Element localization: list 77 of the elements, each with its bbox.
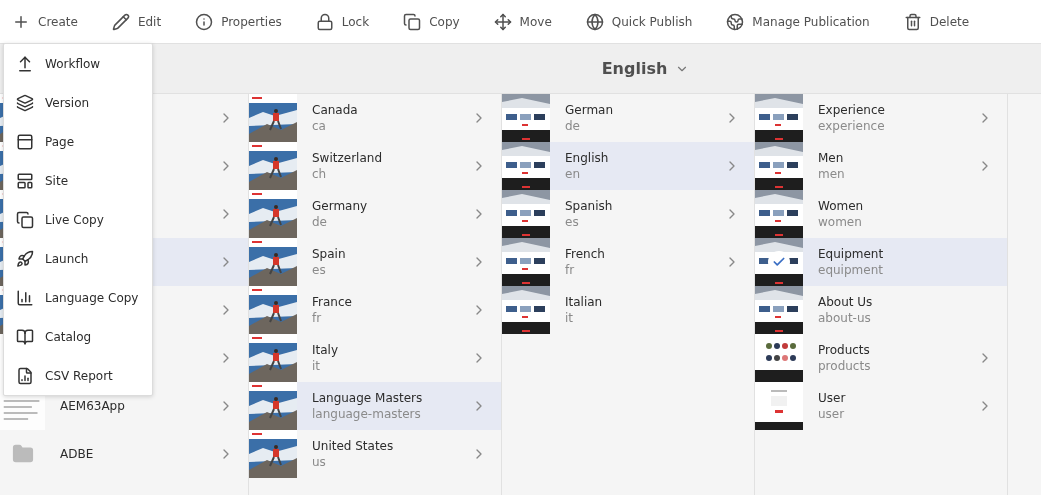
globe-icon [585, 12, 604, 31]
page-title: German [565, 102, 614, 118]
page-title: About Us [818, 294, 873, 310]
page-title: AEM63App [60, 398, 125, 414]
page-name: ca [312, 118, 326, 134]
globe-icon [726, 12, 745, 31]
copy-icon [403, 12, 422, 31]
chart-icon [16, 288, 34, 307]
report-icon [16, 366, 34, 385]
toolbar-button[interactable]: Create [10, 5, 80, 38]
trash-icon [903, 12, 922, 31]
page-icon [16, 132, 34, 151]
layout-icon [16, 171, 34, 190]
page-name: user [818, 406, 845, 422]
info-icon [195, 12, 214, 31]
menu-item[interactable]: Site [4, 161, 152, 200]
toolbar-button[interactable]: Delete [901, 5, 972, 38]
page-title: ADBE [60, 446, 94, 462]
page-name: men [818, 166, 845, 182]
page-title: Spain [312, 246, 346, 262]
page-title: Italy [312, 342, 339, 358]
page-name: equipment [818, 262, 883, 278]
page-name: en [565, 166, 580, 182]
page-title: User [818, 390, 846, 406]
page-name: it [312, 358, 321, 374]
page-name: de [565, 118, 580, 134]
page-name: about-us [818, 310, 871, 326]
toolbar-button[interactable]: Lock [313, 5, 372, 38]
page-name: es [312, 262, 326, 278]
page-name: us [312, 454, 326, 470]
menu-item[interactable]: Catalog [4, 317, 152, 356]
toolbar-button[interactable]: Quick Publish [583, 5, 695, 38]
page-title: Men [818, 150, 844, 166]
page-title: Equipment [818, 246, 884, 262]
page-name: es [565, 214, 579, 230]
lock-icon [315, 12, 334, 31]
page-title: Experience [818, 102, 885, 118]
page-name: women [818, 214, 862, 230]
page-name: experience [818, 118, 885, 134]
page-title: Italian [565, 294, 603, 310]
page-title: English [565, 150, 609, 166]
move-icon [493, 12, 512, 31]
page-name: fr [312, 310, 322, 326]
page-title: Canada [312, 102, 358, 118]
layers-icon [16, 93, 34, 112]
page-title: Switzerland [312, 150, 382, 166]
menu-item[interactable]: Workflow [4, 44, 152, 83]
toolbar-button[interactable]: Manage Publication [724, 5, 872, 38]
copy-icon [16, 210, 34, 229]
page-name: language-masters [312, 406, 421, 422]
menu-item[interactable]: CSV Report [4, 356, 152, 395]
page-name: it [565, 310, 574, 326]
menu-item[interactable]: Language Copy [4, 278, 152, 317]
page-title: Spanish [565, 198, 613, 214]
folder-icon [11, 443, 34, 465]
menu-item[interactable]: Version [4, 83, 152, 122]
page-title: United States [312, 438, 394, 454]
pencil-icon [111, 12, 130, 31]
title-dropdown[interactable]: English [595, 58, 696, 79]
toolbar-button[interactable]: Copy [401, 5, 462, 38]
page-name: de [312, 214, 327, 230]
menu-item[interactable]: Live Copy [4, 200, 152, 239]
toolbar-button[interactable]: Properties [193, 5, 284, 38]
page-title: France [312, 294, 352, 310]
book-icon [16, 327, 34, 346]
page-title: French [565, 246, 605, 262]
page-name: fr [565, 262, 575, 278]
page-title: Products [818, 342, 870, 358]
page-title: Germany [312, 198, 368, 214]
rocket-icon [16, 249, 34, 268]
menu-item[interactable]: Page [4, 122, 152, 161]
toolbar-button[interactable]: Edit [109, 5, 164, 38]
page-name: ch [312, 166, 327, 182]
page-title: Language Masters [312, 390, 423, 406]
page-title: Women [818, 198, 864, 214]
page-name: products [818, 358, 871, 374]
toolbar-button[interactable]: Move [491, 5, 554, 38]
